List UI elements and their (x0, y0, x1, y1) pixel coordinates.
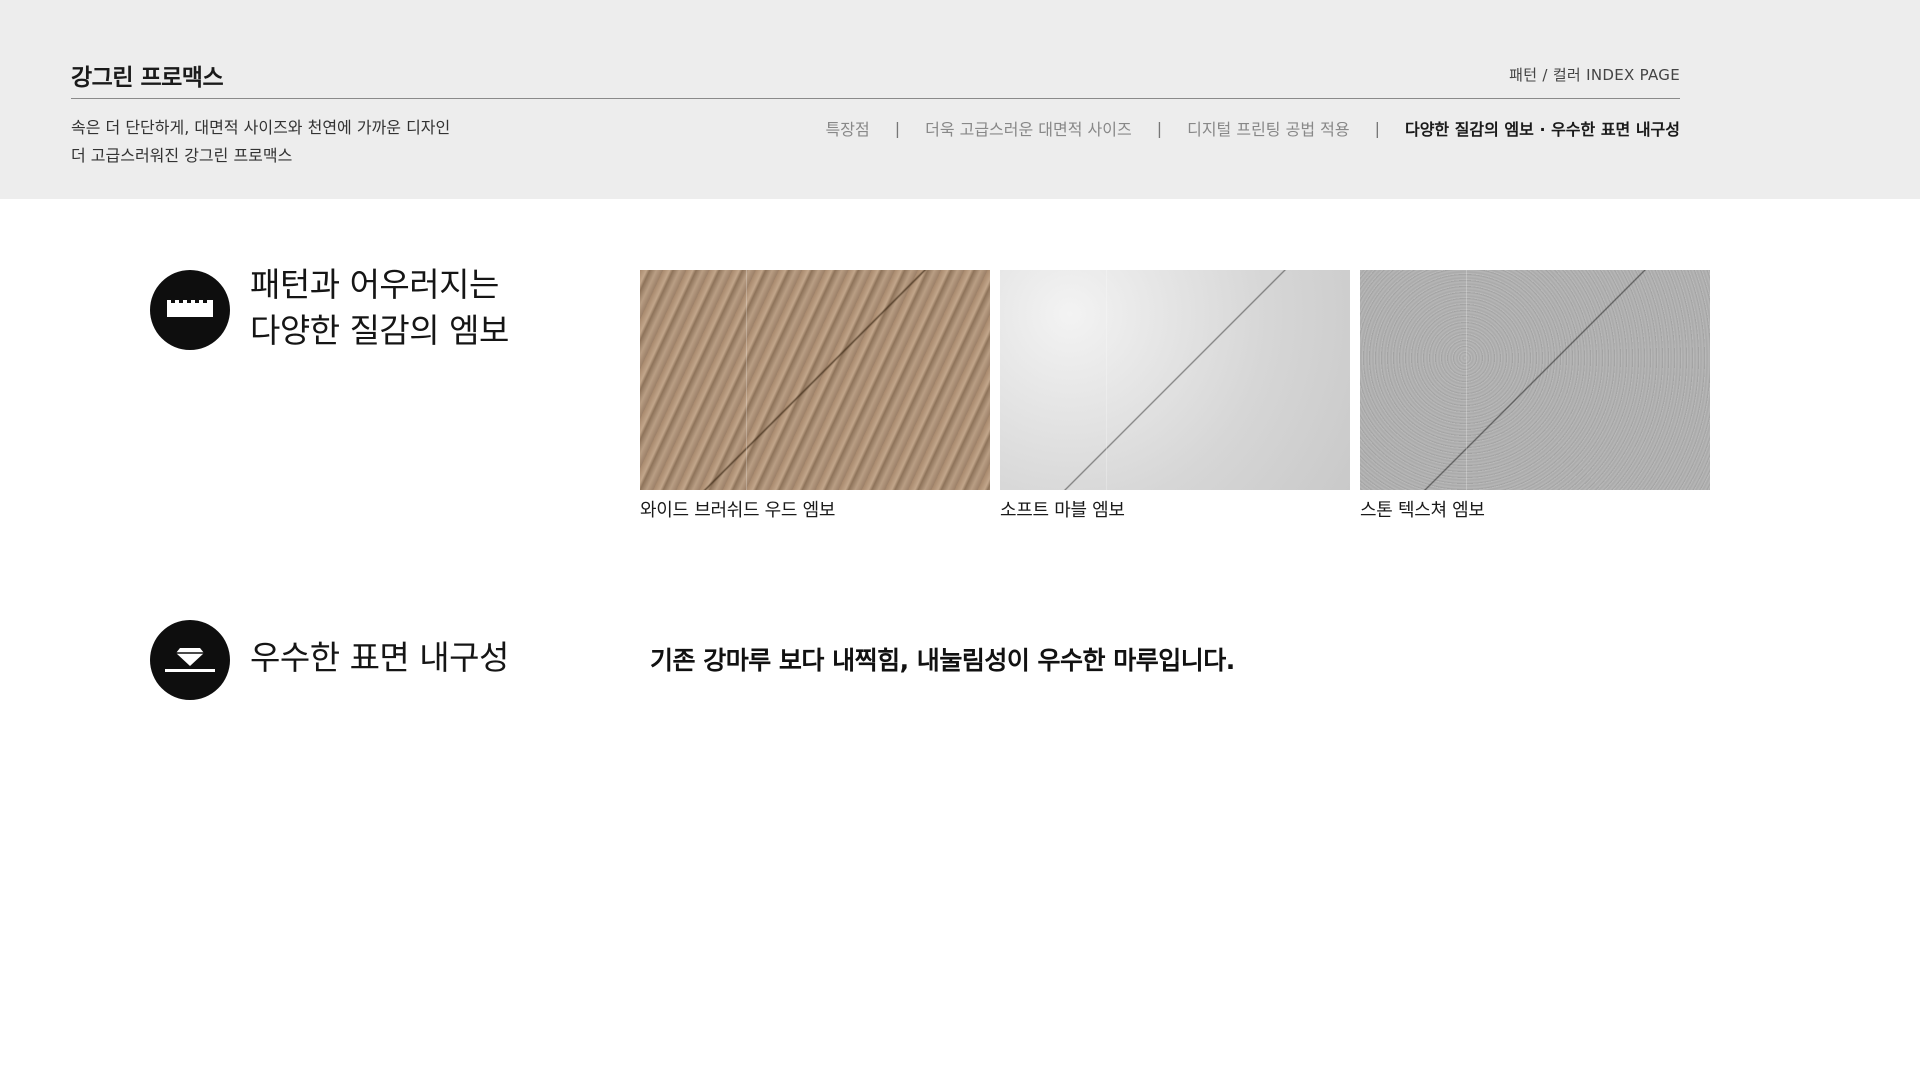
section-nav: 특장점 | 더욱 고급스러운 대면적 사이즈 | 디지털 프린팅 공법 적용 |… (826, 116, 1680, 140)
nav-separator: | (1156, 118, 1163, 138)
emboss-feature-title: 패턴과 어우러지는 다양한 질감의 엠보 (250, 262, 509, 354)
swatch-caption: 스톤 텍스쳐 엠보 (1360, 500, 1485, 521)
nav-item-large-size[interactable]: 더욱 고급스러운 대면적 사이즈 (925, 116, 1132, 140)
tagline: 속은 더 단단하게, 대면적 사이즈와 천연에 가까운 디자인 더 고급스러워진… (71, 114, 450, 170)
header-divider (71, 98, 1680, 99)
emboss-swatches: 와이드 브러쉬드 우드 엠보 소프트 마블 엠보 스톤 텍스쳐 엠보 (640, 270, 1710, 522)
nav-item-emboss-durability[interactable]: 다양한 질감의 엠보 · 우수한 표면 내구성 (1405, 116, 1680, 140)
nav-item-features[interactable]: 특장점 (826, 116, 870, 140)
swatch-marble: 소프트 마블 엠보 (1000, 270, 1350, 522)
swatch-stone: 스톤 텍스쳐 엠보 (1360, 270, 1710, 522)
swatch-caption: 와이드 브러쉬드 우드 엠보 (640, 500, 836, 521)
nav-item-digital-printing[interactable]: 디지털 프린팅 공법 적용 (1187, 116, 1349, 140)
nav-separator: | (1374, 118, 1380, 138)
index-page-label: 패턴 / 컬러 INDEX PAGE (1509, 66, 1680, 84)
emboss-texture-icon (150, 270, 230, 350)
stone-emboss-image (1360, 270, 1710, 490)
tagline-line-1: 속은 더 단단하게, 대면적 사이즈와 천연에 가까운 디자인 (71, 118, 451, 137)
brand-title: 강그린 프로맥스 (71, 65, 224, 91)
swatch-wood: 와이드 브러쉬드 우드 엠보 (640, 270, 990, 522)
diamond-surface-icon (150, 620, 230, 700)
swatch-caption: 소프트 마블 엠보 (1000, 500, 1125, 521)
wood-emboss-image (640, 270, 990, 490)
durability-feature-title: 우수한 표면 내구성 (250, 638, 509, 677)
header-bar: 강그린 프로맥스 패턴 / 컬러 INDEX PAGE 속은 더 단단하게, 대… (0, 0, 1920, 199)
tagline-line-2: 더 고급스러워진 강그린 프로맥스 (71, 146, 293, 165)
durability-description: 기존 강마루 보다 내찍힘, 내눌림성이 우수한 마루입니다. (650, 646, 1235, 675)
nav-separator: | (894, 118, 901, 138)
marble-emboss-image (1000, 270, 1350, 490)
emboss-title-line-2: 다양한 질감의 엠보 (250, 311, 509, 350)
emboss-title-line-1: 패턴과 어우러지는 (250, 265, 499, 304)
